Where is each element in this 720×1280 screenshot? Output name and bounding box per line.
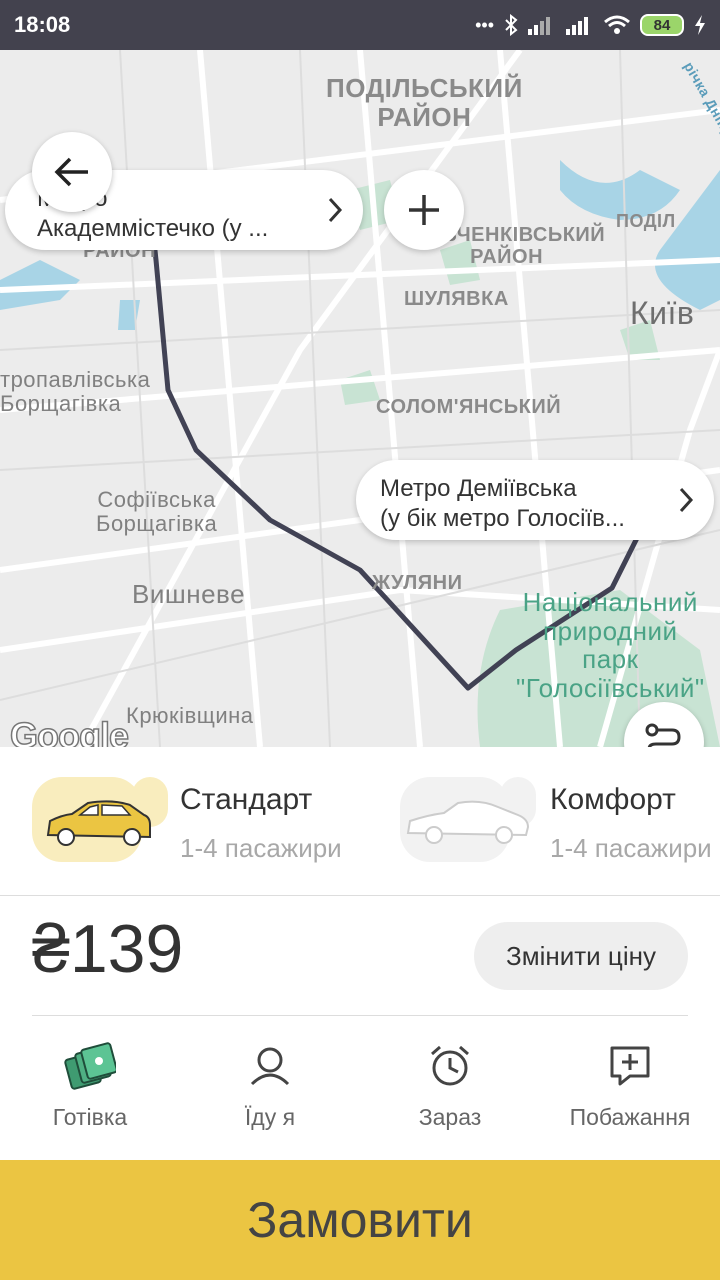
map-label-shuliavka: ШУЛЯВКА (404, 288, 509, 310)
map-label-kyiv: Київ (630, 295, 695, 331)
tariff-name: Стандарт (180, 783, 313, 816)
order-button[interactable]: Замовити (0, 1160, 720, 1280)
wifi-icon (604, 15, 630, 34)
map-label-kriukivshchyna: Крюківщина (126, 703, 254, 728)
option-label: Зараз (418, 1104, 482, 1130)
map-label-podilskyi: ПОДІЛЬСЬКИЙ РАЙОН (326, 73, 523, 132)
tariff-comfort[interactable]: Комфорт 1-4 пасажири (400, 747, 720, 895)
more-icon: ••• (475, 14, 494, 35)
plus-icon (409, 195, 439, 225)
option-label: Готівка (52, 1104, 128, 1130)
price-value: ₴139 (32, 911, 184, 987)
car-comfort-icon (400, 777, 536, 862)
passenger-option[interactable]: Їду я (180, 1040, 360, 1131)
tariff-name: Комфорт (550, 783, 676, 816)
tariff-subtitle: 1-4 пасажири (180, 833, 342, 863)
map-label-vyshneve: Вишневе (132, 579, 246, 609)
route-icon (645, 723, 681, 747)
destination-address-line1: Метро Деміївська (380, 475, 577, 502)
battery-indicator: 84 (640, 14, 684, 36)
tariff-selector: Стандарт 1-4 пасажири Комфорт 1-4 пасажи… (0, 747, 720, 895)
status-bar: 18:08 ••• 84 (0, 0, 720, 50)
map[interactable]: ПОДІЛЬСЬКИЙ РАЙОН СВЯТОШИНСЬКИЙ РАЙОН ШЕ… (0, 50, 720, 747)
map-label-sofiivska: Софіївська Борщагівка (96, 487, 218, 537)
option-label: Побажання (569, 1104, 691, 1130)
cash-icon (64, 1042, 116, 1090)
tariff-subtitle: 1-4 пасажири (550, 833, 712, 863)
person-icon (250, 1047, 290, 1086)
add-stop-button[interactable] (384, 170, 464, 250)
destination-address-line2: (у бік метро Голосіїв... (380, 505, 625, 532)
option-label: Їду я (244, 1104, 296, 1130)
charging-icon (695, 15, 705, 35)
map-label-park: Національний природний парк "Голосіївськ… (516, 587, 705, 703)
car-standard-icon (32, 777, 168, 862)
map-label-podil: ПОДІЛ (616, 211, 676, 231)
pickup-address-line2: Академмістечко (у ... (37, 215, 269, 242)
time-option[interactable]: Зараз (360, 1040, 540, 1131)
map-label-solomianskyi: СОЛОМ'ЯНСЬКИЙ (376, 396, 562, 418)
tariff-standard[interactable]: Стандарт 1-4 пасажири (32, 747, 372, 895)
change-price-button[interactable]: Змінити ціну (474, 922, 688, 990)
signal-icon (528, 17, 550, 35)
comment-add-icon (610, 1046, 650, 1086)
map-label-petropavlivska: тропавлівська Борщагівка (0, 367, 151, 417)
map-label-zhuliany: ЖУЛЯНИ (372, 572, 463, 594)
divider (32, 1015, 688, 1016)
arrow-left-icon (54, 157, 88, 187)
signal-icon (566, 17, 588, 35)
alarm-clock-icon (431, 1045, 469, 1086)
status-time: 18:08 (14, 12, 71, 37)
status-icons: ••• 84 (475, 14, 706, 36)
wishes-option[interactable]: Побажання (540, 1040, 720, 1131)
payment-option-cash[interactable]: Готівка (0, 1040, 180, 1131)
google-logo: Google (9, 714, 130, 747)
destination-address-bubble[interactable]: Метро Деміївська (у бік метро Голосіїв..… (356, 460, 714, 540)
back-button[interactable] (32, 132, 112, 212)
bluetooth-icon (505, 14, 518, 36)
chevron-right-icon (328, 197, 343, 223)
divider (0, 895, 720, 896)
chevron-right-icon (679, 487, 694, 513)
